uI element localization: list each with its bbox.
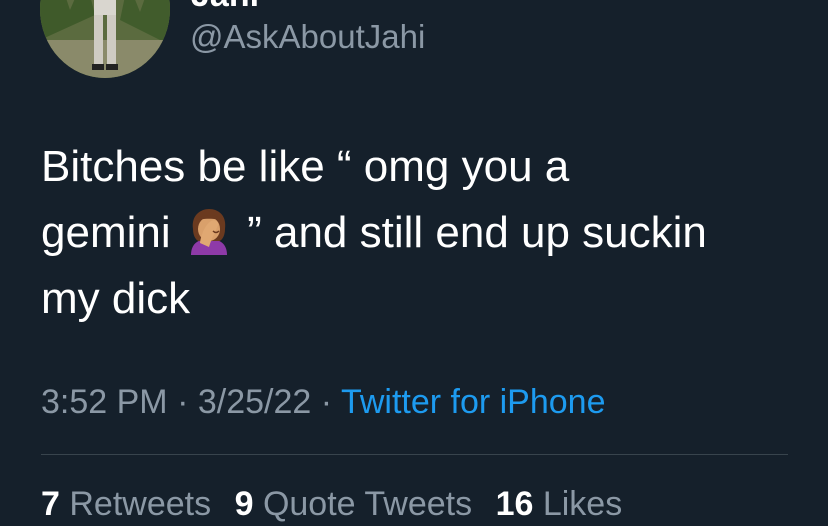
tweet-text: Bitches be like “ omg you a gemini ” and… xyxy=(41,134,811,332)
display-name[interactable]: Jahi xyxy=(191,0,259,12)
tweet-meta: 3:52 PM · 3/25/22 · Twitter for iPhone xyxy=(41,380,606,424)
tweet-date[interactable]: 3/25/22 xyxy=(198,383,311,421)
source-link[interactable]: Twitter for iPhone xyxy=(341,383,606,421)
likes-label: Likes xyxy=(542,485,623,523)
retweets-label: Retweets xyxy=(69,485,212,523)
tweet-text-line-1: Bitches be like “ omg you a xyxy=(41,142,570,191)
quote-tweets-stat[interactable]: 9 Quote Tweets xyxy=(235,482,473,526)
tweet-card: Jahi @AskAboutJahi Bitches be like “ omg… xyxy=(0,0,828,526)
likes-count: 16 xyxy=(495,485,534,523)
divider xyxy=(41,454,788,455)
quote-tweets-label: Quote Tweets xyxy=(262,485,473,523)
tweet-stats: 7 Retweets 9 Quote Tweets 16 Likes xyxy=(41,482,636,526)
retweets-count: 7 xyxy=(41,485,60,523)
likes-stat[interactable]: 16 Likes xyxy=(496,482,623,526)
retweets-stat[interactable]: 7 Retweets xyxy=(41,482,211,526)
quote-tweets-count: 9 xyxy=(234,485,254,523)
tweet-text-segment: ” and still end up suckin xyxy=(247,208,707,257)
tweet-text-segment: gemini xyxy=(41,208,171,257)
tweet-text-line-3: my dick xyxy=(41,274,191,323)
woman-facepalming-icon xyxy=(190,209,227,255)
avatar-photo xyxy=(40,0,170,78)
tweet-time[interactable]: 3:52 PM xyxy=(41,383,168,421)
meta-separator: · xyxy=(320,383,333,421)
user-handle[interactable]: @AskAboutJahi xyxy=(190,18,425,56)
avatar[interactable] xyxy=(40,0,170,78)
meta-separator: · xyxy=(177,383,189,421)
tweet-text-line-2: gemini ” and still end up suckin xyxy=(41,200,811,266)
